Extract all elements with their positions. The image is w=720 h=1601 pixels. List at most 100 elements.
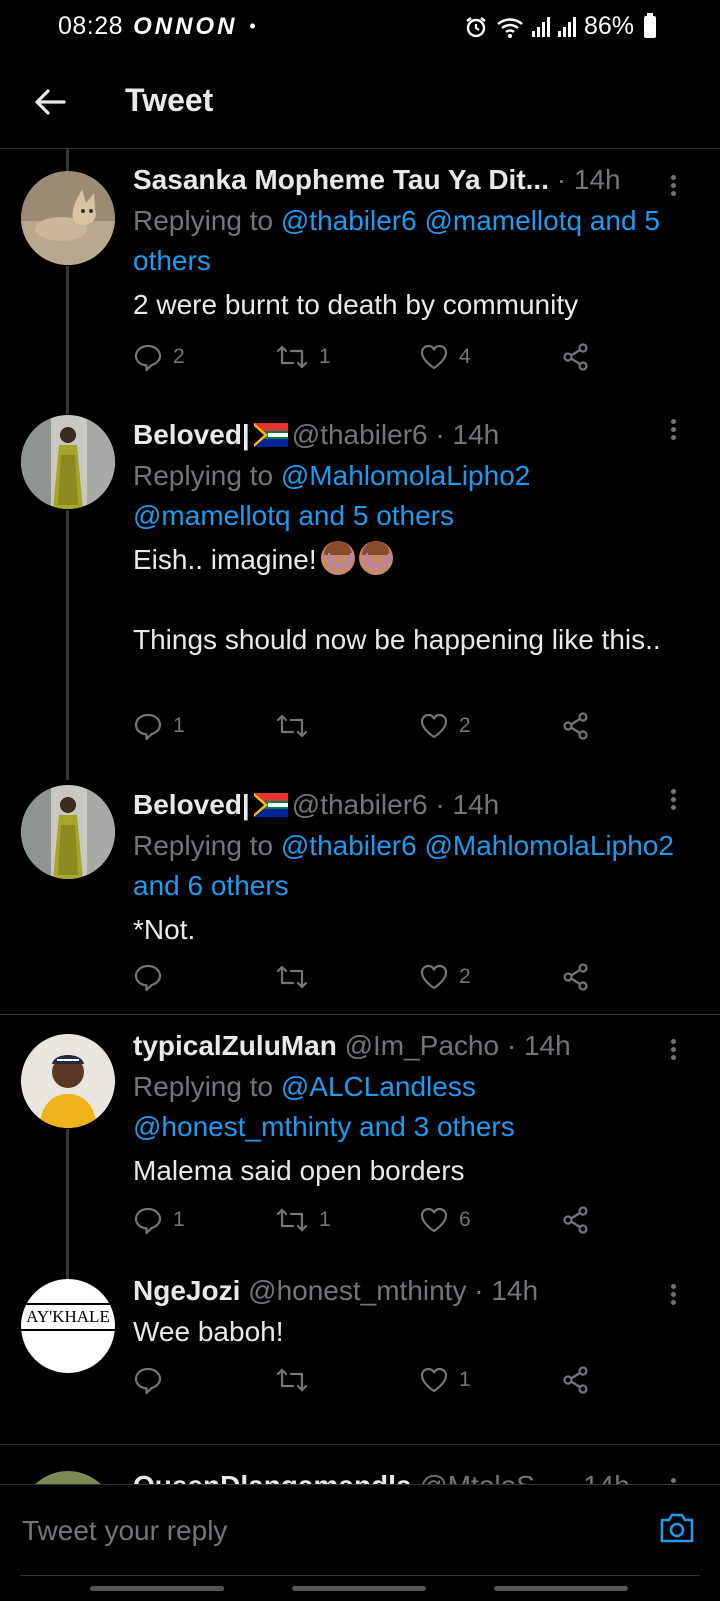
tweet-time: · 14h xyxy=(566,1470,630,1484)
reply-feed: Sasanka Mopheme Tau Ya Dit... · 14h Repl… xyxy=(0,149,720,1484)
tweet[interactable]: AY'KHALE NgeJozi @honest_mthinty · 14h W… xyxy=(0,1259,720,1407)
author-name[interactable]: QueenDlangamandla xyxy=(133,1470,412,1484)
replying-to: Replying to @MahlomolaLipho2 @mamellotq … xyxy=(133,460,531,531)
author-name[interactable]: NgeJozi xyxy=(133,1275,240,1306)
reply-button[interactable]: 1 xyxy=(133,1205,185,1235)
share-button[interactable] xyxy=(561,342,591,372)
wifi-icon xyxy=(497,17,523,38)
tweet-text: 2 were burnt to death by community xyxy=(133,289,579,320)
reply-input[interactable] xyxy=(20,1485,624,1577)
like-button[interactable]: 2 xyxy=(419,962,471,992)
tweet[interactable]: QueenDlangamandla @MtoloS... · 14h xyxy=(0,1445,720,1484)
nav-home-handle[interactable] xyxy=(292,1586,426,1591)
camera-button[interactable] xyxy=(658,1511,696,1545)
retweet-icon xyxy=(276,345,308,369)
retweet-button[interactable] xyxy=(275,711,319,741)
tweet-time: · 14h xyxy=(506,1030,571,1061)
like-count: 1 xyxy=(459,1368,471,1391)
like-button[interactable]: 1 xyxy=(419,1365,471,1395)
reply-count: 1 xyxy=(173,1208,185,1231)
reply-icon xyxy=(134,713,162,741)
reply-count: 1 xyxy=(173,714,185,737)
more-options-button[interactable] xyxy=(666,1036,680,1064)
facepalm-emoji xyxy=(358,541,393,575)
nav-back-handle[interactable] xyxy=(494,1586,628,1591)
heart-icon xyxy=(420,1207,448,1233)
author-name[interactable]: Beloved| xyxy=(133,789,250,820)
share-button[interactable] xyxy=(561,711,591,741)
reply-icon xyxy=(134,344,162,372)
like-button[interactable]: 2 xyxy=(419,711,471,741)
author-handle[interactable]: @MtoloS... xyxy=(419,1470,558,1484)
tweet[interactable]: typicalZuluMan @Im_Pacho · 14h Replying … xyxy=(0,1015,720,1259)
author-handle[interactable]: @honest_mthinty xyxy=(248,1275,466,1306)
share-button[interactable] xyxy=(561,1205,591,1235)
tweet-actions: 2 1 4 xyxy=(133,342,613,378)
avatar[interactable] xyxy=(21,415,115,509)
author-name[interactable]: typicalZuluMan xyxy=(133,1030,337,1061)
alarm-icon xyxy=(466,16,486,37)
retweet-button[interactable]: 1 xyxy=(275,342,331,372)
avatar[interactable] xyxy=(21,785,115,879)
status-time: 08:28 xyxy=(58,12,124,40)
avatar[interactable]: AY'KHALE xyxy=(21,1279,115,1373)
retweet-button[interactable] xyxy=(275,962,319,992)
replying-to: Replying to @thabiler6 @MahlomolaLipho2 … xyxy=(133,830,674,901)
reply-button[interactable] xyxy=(133,1365,173,1395)
share-icon xyxy=(563,712,588,740)
heart-icon xyxy=(420,1367,448,1393)
tweet-time: · 14h xyxy=(474,1275,539,1306)
back-button[interactable] xyxy=(30,82,70,122)
reply-icon xyxy=(134,964,162,992)
nav-recent-handle[interactable] xyxy=(90,1586,224,1591)
heart-icon xyxy=(420,713,448,739)
more-options-button[interactable] xyxy=(666,172,680,200)
more-options-button[interactable] xyxy=(666,1281,680,1309)
author-handle[interactable]: @thabiler6 xyxy=(292,789,428,820)
south-africa-flag-icon xyxy=(253,793,288,817)
author-name[interactable]: Beloved| xyxy=(133,419,250,450)
avatar[interactable] xyxy=(21,171,115,265)
retweet-count: 1 xyxy=(319,1208,331,1231)
like-button[interactable]: 6 xyxy=(419,1205,471,1235)
reply-icon xyxy=(134,1367,162,1395)
avatar[interactable] xyxy=(21,1034,115,1128)
share-button[interactable] xyxy=(561,962,591,992)
like-button[interactable]: 4 xyxy=(419,342,471,372)
reply-button[interactable]: 1 xyxy=(133,711,185,741)
retweet-button[interactable] xyxy=(275,1365,319,1395)
tweet[interactable]: Beloved| @thabiler6 · 14h Replying to @Ma… xyxy=(0,404,720,776)
author-name[interactable]: Sasanka Mopheme Tau Ya Dit... xyxy=(133,164,549,195)
author-handle[interactable]: @thabiler6 xyxy=(292,419,428,450)
retweet-icon xyxy=(276,1208,308,1232)
share-icon xyxy=(563,1366,588,1394)
share-icon xyxy=(563,343,588,371)
tweet-text: Wee baboh! xyxy=(133,1316,284,1347)
author-handle[interactable]: @Im_Pacho xyxy=(345,1030,500,1061)
tweet-time: · 14h xyxy=(556,164,621,195)
tweet-text: Things should now be happening like this… xyxy=(133,624,661,655)
retweet-icon xyxy=(276,1368,308,1392)
like-count: 2 xyxy=(459,714,471,737)
back-arrow-icon xyxy=(35,89,66,115)
like-count: 2 xyxy=(459,965,471,988)
app-bar: Tweet xyxy=(0,56,720,149)
retweet-count: 1 xyxy=(319,345,331,368)
tweet-actions: 1 2 xyxy=(133,711,613,747)
more-options-button[interactable] xyxy=(666,786,680,814)
facepalm-emoji xyxy=(320,541,355,575)
more-options-button[interactable] xyxy=(666,1475,680,1484)
battery-icon xyxy=(644,12,656,38)
avatar[interactable] xyxy=(21,1471,115,1484)
south-africa-flag-icon xyxy=(253,423,288,447)
reply-button[interactable]: 2 xyxy=(133,342,185,372)
share-button[interactable] xyxy=(561,1365,591,1395)
tweet[interactable]: Beloved| @thabiler6 · 14h Replying to @th… xyxy=(0,776,720,1014)
tweet-text: *Not. xyxy=(133,914,196,945)
tweet-text: Eish.. imagine! xyxy=(133,540,680,580)
tweet[interactable]: Sasanka Mopheme Tau Ya Dit... · 14h Repl… xyxy=(0,149,720,404)
retweet-button[interactable]: 1 xyxy=(275,1205,331,1235)
more-options-button[interactable] xyxy=(666,416,680,444)
camera-icon xyxy=(660,1513,694,1543)
reply-button[interactable] xyxy=(133,962,173,992)
